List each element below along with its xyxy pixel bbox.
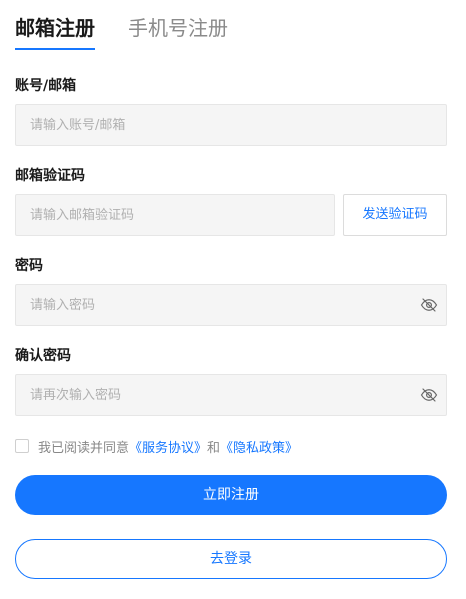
password-field-wrapper [15, 284, 447, 326]
account-field-wrapper [15, 104, 447, 146]
confirm-password-field-wrapper [15, 374, 447, 416]
account-input[interactable] [16, 105, 446, 145]
send-code-button[interactable]: 发送验证码 [343, 194, 447, 236]
account-label: 账号/邮箱 [15, 78, 77, 94]
agreement-and-text: 和 [207, 440, 221, 456]
password-input[interactable] [16, 285, 446, 325]
email-code-input[interactable] [16, 195, 334, 235]
confirm-password-label: 确认密码 [15, 348, 71, 364]
register-page: 邮箱注册 手机号注册 账号/邮箱 邮箱验证码 发送验证码 密码 确认密码 我已阅 [0, 0, 466, 599]
tab-phone-register[interactable]: 手机号注册 [128, 14, 228, 42]
agreement-row: 我已阅读并同意 《服务协议》 和 《隐私政策》 [15, 436, 298, 456]
confirm-password-input[interactable] [16, 375, 446, 415]
service-agreement-link[interactable]: 《服务协议》 [129, 437, 207, 456]
password-label: 密码 [15, 258, 43, 274]
email-code-field-wrapper [15, 194, 335, 236]
agreement-checkbox[interactable] [15, 439, 29, 453]
register-button[interactable]: 立即注册 [15, 475, 447, 515]
eye-off-icon[interactable] [420, 386, 438, 404]
email-code-label: 邮箱验证码 [15, 168, 85, 184]
agreement-prefix: 我已阅读并同意 [38, 440, 130, 456]
register-tabs: 邮箱注册 手机号注册 [15, 0, 315, 52]
eye-off-icon[interactable] [420, 296, 438, 314]
active-tab-indicator [15, 48, 95, 50]
go-login-button[interactable]: 去登录 [15, 539, 447, 579]
tab-email-register[interactable]: 邮箱注册 [15, 14, 95, 42]
privacy-policy-link[interactable]: 《隐私政策》 [220, 437, 298, 456]
